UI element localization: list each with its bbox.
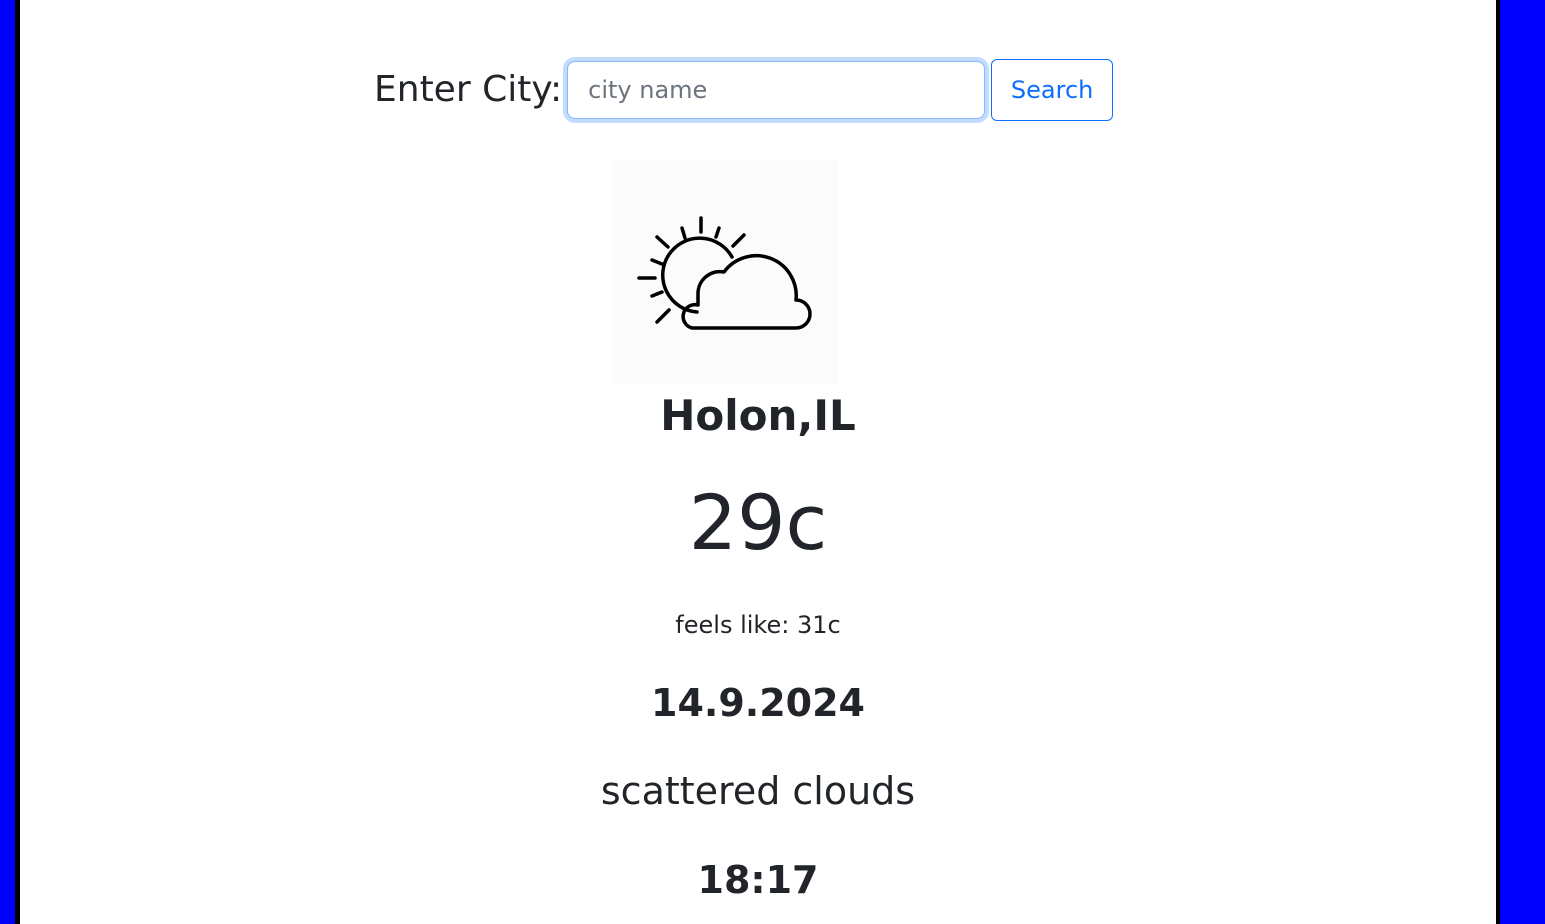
partly-cloudy-icon: [637, 216, 812, 330]
weather-icon-container: [612, 160, 838, 384]
feels-like-label: feels like:: [675, 611, 790, 639]
weather-time: 18:17: [697, 858, 819, 902]
feels-like-value: 31c: [796, 611, 841, 639]
feels-like-text: feels like: 31c: [20, 609, 1496, 641]
city-search-input[interactable]: [567, 61, 986, 119]
weather-description: scattered clouds: [600, 769, 916, 813]
city-label: Enter City:: [374, 69, 563, 110]
current-temperature: 29c: [688, 478, 828, 567]
search-button[interactable]: Search: [991, 59, 1114, 121]
weather-date: 14.9.2024: [651, 681, 865, 725]
weather-panel: Enter City: Search Holon,IL: [20, 0, 1496, 924]
search-row: Enter City: Search: [374, 58, 1114, 122]
location-name: Holon,IL: [660, 391, 856, 440]
